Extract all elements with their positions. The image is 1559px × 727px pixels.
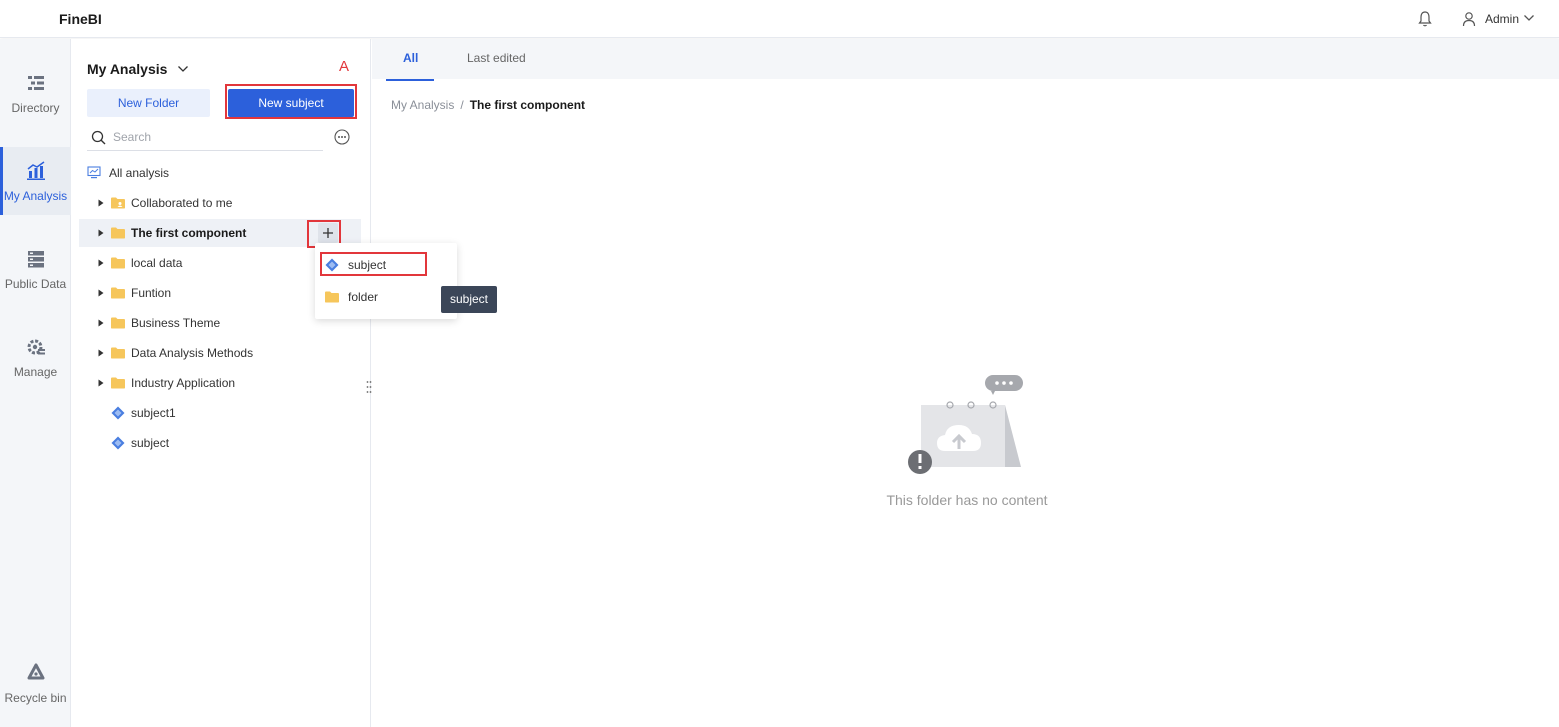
subject-icon	[111, 406, 125, 420]
tree-label: Funtion	[131, 286, 172, 300]
folder-icon	[111, 257, 125, 269]
menu-label: subject	[348, 258, 387, 272]
tree-item-all-analysis[interactable]: All analysis	[79, 159, 361, 187]
subject-icon	[325, 258, 339, 272]
brand-logo: FineBI	[59, 11, 102, 27]
rail-label: Manage	[13, 365, 58, 379]
tree-label: subject	[131, 436, 170, 450]
folder-icon	[111, 347, 125, 359]
tree-item-industry-application[interactable]: Industry Application	[79, 369, 361, 397]
search-input[interactable]	[113, 127, 313, 147]
folder-icon	[325, 291, 339, 303]
subject-icon	[111, 436, 125, 450]
tree-item-data-analysis-methods[interactable]: Data Analysis Methods	[79, 339, 361, 367]
tree-label: Data Analysis Methods	[131, 346, 254, 360]
plus-icon	[323, 228, 333, 238]
caret-right-icon[interactable]	[98, 319, 104, 327]
main-content: All Last edited My Analysis / The first co…	[372, 39, 1559, 727]
menu-label: folder	[348, 290, 379, 304]
rail-label: Directory	[11, 101, 60, 115]
rail-label: Public Data	[4, 277, 67, 291]
recycle-icon	[27, 663, 45, 680]
chevron-down-icon[interactable]	[177, 63, 189, 75]
bell-icon[interactable]	[1417, 10, 1433, 28]
tree-item-subject[interactable]: subject	[79, 429, 361, 457]
database-icon	[28, 251, 44, 268]
menu-item-folder[interactable]: folder	[315, 282, 457, 312]
tree-item-subject1[interactable]: subject1	[79, 399, 361, 427]
user-icon[interactable]	[1462, 11, 1476, 27]
annotation-marker-a: A	[339, 58, 350, 75]
rail-item-recycle-bin[interactable]: Recycle bin	[0, 649, 71, 717]
folder-icon	[111, 287, 125, 299]
left-rail: Directory My Analysis Public Data Manage	[0, 39, 71, 727]
tree-label: Collaborated to me	[131, 196, 233, 210]
chevron-down-icon[interactable]	[1523, 12, 1535, 24]
caret-right-icon[interactable]	[98, 379, 104, 387]
breadcrumb-separator: /	[460, 98, 464, 112]
caret-right-icon[interactable]	[98, 289, 104, 297]
folder-icon	[111, 227, 125, 239]
tab-bar: All Last edited	[372, 39, 1559, 81]
rail-item-directory[interactable]: Directory	[0, 59, 71, 127]
top-bar: FineBI Admin	[0, 0, 1559, 38]
gear-icon	[27, 339, 45, 355]
breadcrumb-item-my-analysis[interactable]: My Analysis	[391, 98, 454, 112]
user-name[interactable]: Admin	[1485, 12, 1519, 26]
folder-icon	[111, 377, 125, 389]
tree-label: Industry Application	[131, 376, 236, 390]
rail-item-my-analysis[interactable]: My Analysis	[0, 147, 71, 215]
panel-title[interactable]: My Analysis	[87, 61, 167, 77]
more-options-icon[interactable]	[334, 129, 350, 145]
tab-last-edited[interactable]: Last edited	[467, 51, 526, 65]
menu-item-subject[interactable]: subject	[315, 250, 457, 280]
rail-label: Recycle bin	[4, 691, 67, 705]
breadcrumb: My Analysis / The first component	[391, 98, 585, 112]
new-subject-button[interactable]: New subject	[228, 89, 354, 117]
folder-icon	[111, 317, 125, 329]
tree-label: All analysis	[109, 166, 170, 180]
shared-folder-icon	[111, 197, 125, 209]
tooltip: subject	[441, 286, 497, 313]
analysis-icon	[27, 161, 45, 180]
rail-item-public-data[interactable]: Public Data	[0, 235, 71, 303]
breadcrumb-item-current: The first component	[469, 98, 586, 112]
new-folder-button[interactable]: New Folder	[87, 89, 210, 117]
tree-label: The first component	[131, 226, 247, 240]
caret-right-icon[interactable]	[98, 349, 104, 357]
rail-label: My Analysis	[3, 189, 68, 203]
search-icon	[91, 130, 106, 145]
search-box	[87, 125, 323, 151]
caret-right-icon[interactable]	[98, 199, 104, 207]
monitor-icon	[87, 166, 101, 179]
tab-all[interactable]: All	[403, 51, 418, 65]
add-button[interactable]	[318, 223, 338, 243]
caret-right-icon[interactable]	[98, 229, 104, 237]
empty-state-text: This folder has no content	[886, 492, 1048, 508]
analysis-panel: My Analysis A New Folder New subject All…	[71, 39, 371, 727]
caret-right-icon[interactable]	[98, 259, 104, 267]
tree-label: subject1	[131, 406, 176, 420]
active-tab-indicator	[386, 79, 434, 81]
empty-folder-illustration	[908, 375, 1023, 474]
tree-label: local data	[131, 256, 183, 270]
directory-icon	[28, 76, 44, 90]
tree-label: Business Theme	[131, 316, 221, 330]
tree-item-collaborated[interactable]: Collaborated to me	[79, 189, 361, 217]
add-menu-popup: subject folder	[315, 243, 457, 319]
rail-item-manage[interactable]: Manage	[0, 323, 71, 391]
